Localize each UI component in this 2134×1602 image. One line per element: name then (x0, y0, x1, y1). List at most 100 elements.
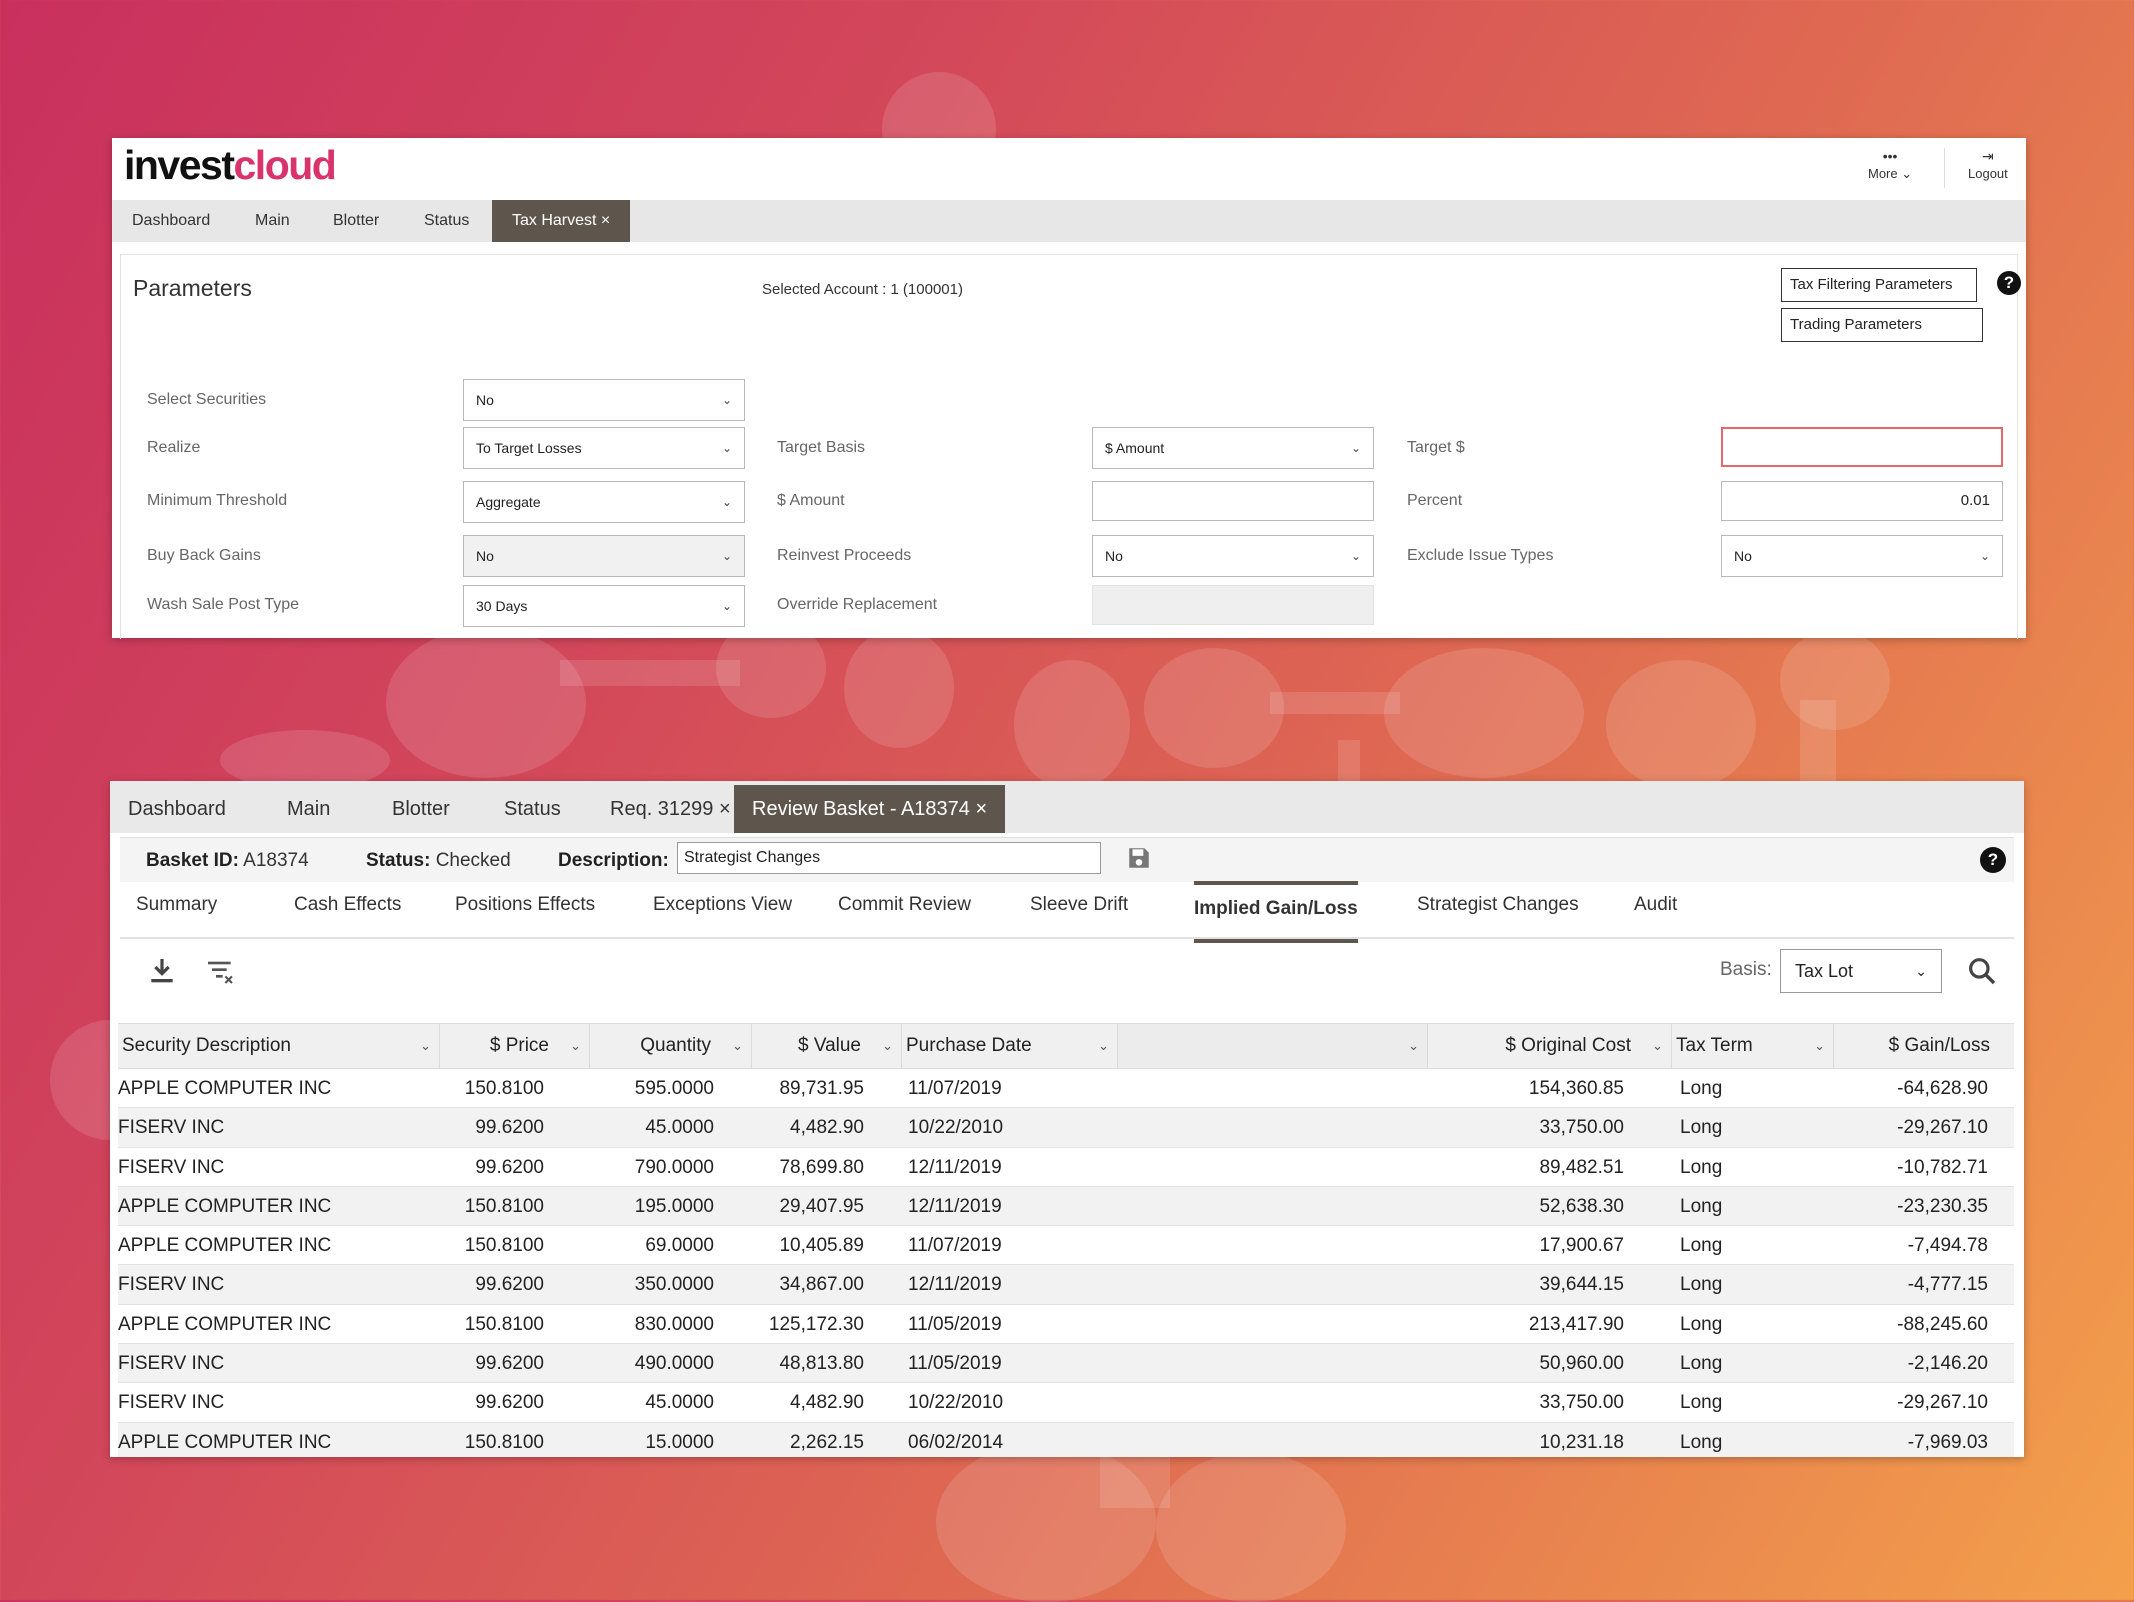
help-icon[interactable]: ? (1997, 271, 2021, 295)
column-header-gain-loss[interactable]: $ Gain/Loss (1834, 1024, 2014, 1068)
tab-status[interactable]: Status (404, 200, 489, 242)
column-header-value[interactable]: $ Value ⌄ (752, 1024, 902, 1068)
gain-loss-cell: -29,267.10 (1897, 1392, 1988, 1414)
description-input[interactable]: Strategist Changes (677, 842, 1101, 874)
table-row[interactable]: APPLE COMPUTER INC 150.8100 595.0000 89,731… (118, 1069, 2014, 1109)
tab-dashboard[interactable]: Dashboard (110, 785, 244, 833)
basis-value: Tax Lot (1795, 961, 1854, 981)
more-menu-button[interactable]: ••• More ⌄ (1868, 146, 1912, 182)
chevron-down-icon: ⌄ (420, 1038, 431, 1053)
table-row[interactable]: FISERV INC 99.6200 490.0000 48,813.80 11/05/… (118, 1344, 2014, 1384)
price-cell: 99.6200 (475, 1392, 544, 1414)
price-cell: 99.6200 (475, 1117, 544, 1139)
minimum-threshold-dropdown[interactable]: Aggregate ⌄ (463, 481, 745, 523)
subtab-audit[interactable]: Audit (1634, 881, 1677, 935)
security-description-cell: APPLE COMPUTER INC (118, 1431, 332, 1453)
download-icon[interactable] (146, 955, 178, 987)
gain-loss-cell: -64,628.90 (1897, 1078, 1988, 1099)
security-description-cell: FISERV INC (118, 1274, 225, 1296)
tab-tax-harvest[interactable]: Tax Harvest × (492, 200, 631, 242)
table-row[interactable]: FISERV INC 99.6200 790.0000 78,699.80 12/11/… (118, 1148, 2014, 1187)
quantity-cell: 69.0000 (645, 1235, 714, 1257)
header-divider (1944, 148, 1945, 188)
tax-term-cell: Long (1680, 1274, 1723, 1296)
price-cell: 150.8100 (464, 1313, 544, 1335)
original-cost-cell: 154,360.85 (1528, 1078, 1624, 1099)
price-cell: 99.6200 (475, 1274, 544, 1296)
reinvest-proceeds-dropdown[interactable]: No ⌄ (1092, 535, 1374, 577)
tab-blotter[interactable]: Blotter (374, 785, 468, 833)
buy-back-gains-dropdown[interactable]: No ⌄ (463, 535, 745, 577)
original-cost-cell: 213,417.90 (1528, 1313, 1624, 1335)
gain-loss-cell: -4,777.15 (1907, 1274, 1988, 1296)
subtab-exceptions-view[interactable]: Exceptions View (653, 881, 792, 935)
description-label: Description: (558, 850, 669, 871)
select-securities-dropdown[interactable]: No ⌄ (463, 379, 745, 421)
chevron-down-icon: ⌄ (882, 1038, 893, 1053)
basis-dropdown[interactable]: Tax Lot ⌄ (1780, 949, 1942, 993)
column-header-blank[interactable]: ⌄ (1118, 1024, 1428, 1068)
table-row[interactable]: APPLE COMPUTER INC 150.8100 830.0000 125,17… (118, 1305, 2014, 1345)
wash-sale-post-type-dropdown[interactable]: 30 Days ⌄ (463, 585, 745, 627)
table-row[interactable]: APPLE COMPUTER INC 150.8100 195.0000 29,407… (118, 1186, 2014, 1227)
column-header-purchase-date[interactable]: Purchase Date ⌄ (902, 1024, 1118, 1068)
price-cell: 99.6200 (475, 1353, 544, 1375)
tab-request-31299[interactable]: Req. 31299 × (592, 785, 749, 833)
table-body: APPLE COMPUTER INC 150.8100 595.0000 89,731… (118, 1069, 2014, 1457)
chevron-down-icon: ⌄ (732, 1038, 743, 1053)
quantity-cell: 15.0000 (645, 1431, 714, 1453)
original-cost-cell: 10,231.18 (1539, 1431, 1624, 1453)
app-header: investcloud ••• More ⌄ ⇥ Logout (112, 138, 2026, 200)
exclude-issue-types-dropdown[interactable]: No ⌄ (1721, 535, 2003, 577)
tab-dashboard[interactable]: Dashboard (112, 200, 230, 242)
tab-blotter[interactable]: Blotter (313, 200, 399, 242)
percent-input[interactable]: 0.01 (1721, 481, 2003, 521)
purchase-date-cell: 11/07/2019 (908, 1078, 1002, 1099)
clear-filter-icon[interactable] (204, 955, 236, 987)
tab-status[interactable]: Status (486, 785, 579, 833)
subtab-summary[interactable]: Summary (136, 881, 217, 935)
override-replacement-input (1092, 585, 1374, 625)
column-header-original-cost[interactable]: $ Original Cost ⌄ (1428, 1024, 1672, 1068)
column-header-tax-term[interactable]: Tax Term ⌄ (1672, 1024, 1834, 1068)
trading-parameters-button[interactable]: Trading Parameters (1781, 308, 1983, 342)
purchase-date-cell: 11/07/2019 (908, 1235, 1002, 1257)
subtab-implied-gain-loss[interactable]: Implied Gain/Loss (1194, 881, 1358, 943)
amount-input[interactable] (1092, 481, 1374, 521)
table-row[interactable]: APPLE COMPUTER INC 150.8100 15.0000 2,262.1… (118, 1422, 2014, 1457)
column-header-quantity[interactable]: Quantity ⌄ (590, 1024, 752, 1068)
save-icon[interactable] (1126, 845, 1152, 871)
more-dots-icon: ••• (1882, 148, 1898, 164)
realize-dropdown[interactable]: To Target Losses ⌄ (463, 427, 745, 469)
parameters-title: Parameters (133, 275, 252, 301)
search-icon[interactable] (1966, 955, 1998, 987)
chevron-down-icon: ⌄ (1901, 166, 1913, 181)
override-replacement-label: Override Replacement (777, 596, 938, 613)
table-row[interactable]: APPLE COMPUTER INC 150.8100 69.0000 10,405.… (118, 1226, 2014, 1266)
gain-loss-cell: -88,245.60 (1897, 1313, 1988, 1335)
table-row[interactable]: FISERV INC 99.6200 45.0000 4,482.90 10/22/20… (118, 1383, 2014, 1423)
table-row[interactable]: FISERV INC 99.6200 45.0000 4,482.90 10/22/20… (118, 1108, 2014, 1148)
security-description-cell: APPLE COMPUTER INC (118, 1078, 332, 1099)
basket-info-bar: Basket ID: A18374 Status: Checked Descri… (120, 837, 2014, 882)
target-dollar-input[interactable] (1721, 427, 2003, 467)
chevron-down-icon: ⌄ (1350, 441, 1361, 455)
subtab-cash-effects[interactable]: Cash Effects (294, 881, 401, 935)
column-header-price[interactable]: $ Price ⌄ (440, 1024, 590, 1068)
table-row[interactable]: FISERV INC 99.6200 350.0000 34,867.00 12/11/… (118, 1265, 2014, 1305)
logout-button[interactable]: ⇥ Logout (1968, 146, 2008, 181)
column-header-security-description[interactable]: Security Description ⌄ (118, 1024, 440, 1068)
subtab-strategist-changes[interactable]: Strategist Changes (1417, 881, 1579, 935)
subtab-commit-review[interactable]: Commit Review (838, 881, 971, 935)
subtab-sleeve-drift[interactable]: Sleeve Drift (1030, 881, 1128, 935)
tab-main[interactable]: Main (235, 200, 310, 242)
tab-review-basket[interactable]: Review Basket - A18374 × (734, 785, 1006, 833)
target-basis-dropdown[interactable]: $ Amount ⌄ (1092, 427, 1374, 469)
chevron-down-icon: ⌄ (721, 599, 732, 613)
tax-filtering-parameters-button[interactable]: Tax Filtering Parameters (1781, 268, 1977, 302)
help-icon[interactable]: ? (1980, 847, 2006, 873)
tab-main[interactable]: Main (269, 785, 348, 833)
tax-term-cell: Long (1680, 1156, 1723, 1178)
chevron-down-icon: ⌄ (721, 393, 732, 407)
subtab-positions-effects[interactable]: Positions Effects (455, 881, 595, 935)
